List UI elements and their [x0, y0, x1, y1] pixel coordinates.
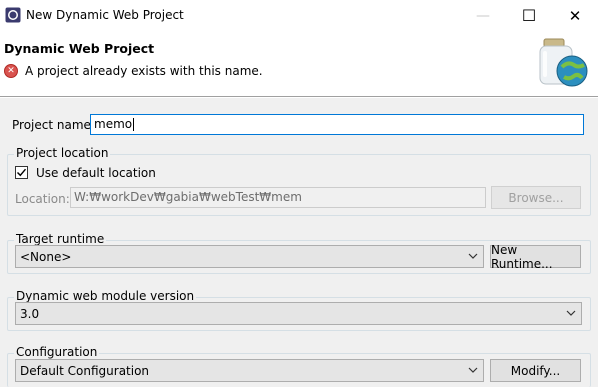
module-version-label: Dynamic web module version	[14, 289, 197, 303]
use-default-location-label: Use default location	[36, 166, 156, 180]
title-bar: New Dynamic Web Project — ☐ ✕	[0, 0, 598, 31]
module-version-value: 3.0	[20, 306, 40, 321]
project-name-label: Project name:	[12, 118, 95, 132]
location-label: Location:	[15, 192, 70, 206]
close-icon: ✕	[568, 6, 582, 25]
minimize-icon: —	[476, 7, 490, 24]
target-runtime-label: Target runtime	[14, 232, 107, 246]
configuration-value: Default Configuration	[20, 363, 150, 378]
eclipse-app-icon	[5, 7, 21, 23]
location-value: W:₩workDev₩gabia₩webTest₩mem	[74, 190, 302, 204]
target-runtime-select[interactable]: <None>	[15, 245, 484, 268]
wizard-header: Dynamic Web Project ✕ A project already …	[0, 31, 598, 97]
minimize-button[interactable]: —	[460, 0, 506, 31]
dialog-content: Project name: memo Project location Use …	[0, 98, 598, 387]
chevron-down-icon	[468, 253, 478, 259]
page-title: Dynamic Web Project	[4, 41, 155, 56]
checkmark-icon	[17, 168, 27, 177]
configuration-label: Configuration	[14, 345, 100, 359]
maximize-icon: ☐	[521, 6, 537, 25]
new-runtime-button-label: New Runtime...	[491, 242, 553, 271]
location-input[interactable]: W:₩workDev₩gabia₩webTest₩mem	[70, 187, 486, 208]
modify-button[interactable]: Modify...	[490, 359, 581, 382]
chevron-down-icon	[566, 310, 576, 316]
use-default-location-checkbox[interactable]	[15, 166, 28, 179]
new-runtime-button[interactable]: New Runtime...	[490, 242, 581, 271]
web-project-wizard-icon	[539, 38, 588, 87]
browse-button-label: Browse...	[508, 190, 564, 205]
window-title: New Dynamic Web Project	[26, 8, 184, 22]
text-caret	[133, 118, 135, 131]
target-runtime-value: <None>	[20, 249, 72, 264]
project-name-input[interactable]: memo	[90, 114, 584, 135]
error-message-row: ✕ A project already exists with this nam…	[4, 64, 263, 78]
browse-button[interactable]: Browse...	[491, 186, 581, 209]
error-message: A project already exists with this name.	[25, 64, 263, 78]
maximize-button[interactable]: ☐	[506, 0, 552, 31]
module-version-select[interactable]: 3.0	[15, 302, 582, 325]
error-icon: ✕	[4, 64, 18, 78]
close-button[interactable]: ✕	[552, 0, 598, 31]
modify-button-label: Modify...	[510, 363, 561, 378]
project-location-label: Project location	[14, 146, 111, 160]
configuration-select[interactable]: Default Configuration	[15, 359, 484, 382]
project-name-value: memo	[94, 117, 133, 131]
chevron-down-icon	[468, 367, 478, 373]
